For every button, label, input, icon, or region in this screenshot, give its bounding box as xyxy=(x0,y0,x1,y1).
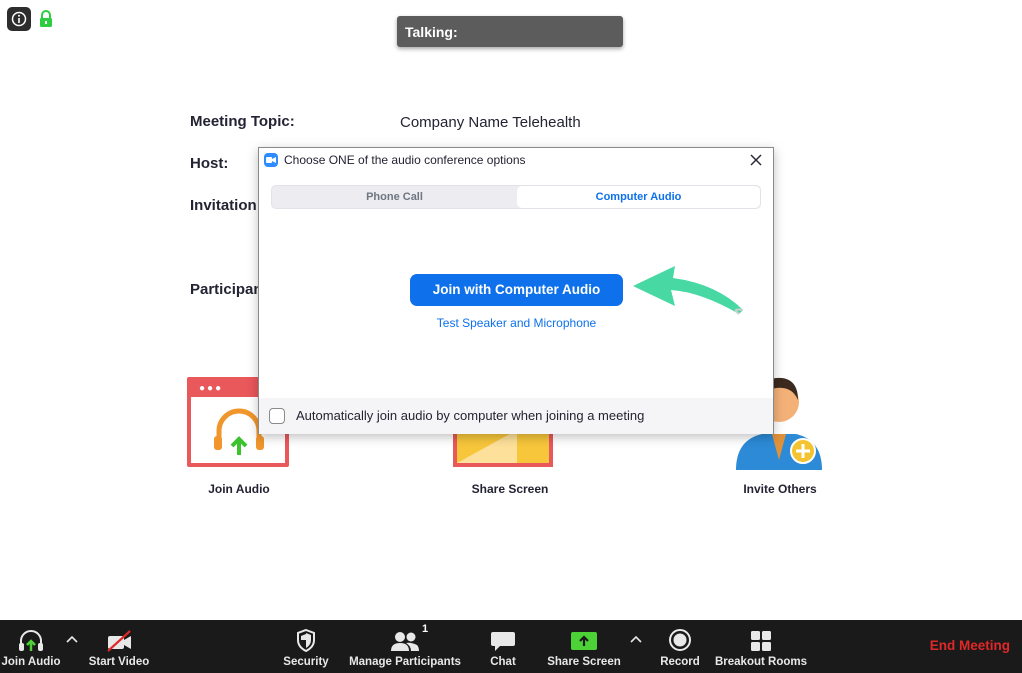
audio-tabs: Phone Call Computer Audio xyxy=(271,185,761,209)
pointer-arrow-icon xyxy=(633,266,744,315)
shield-icon xyxy=(297,628,315,652)
manage-participants-label: Manage Participants xyxy=(349,656,461,668)
auto-join-label: Automatically join audio by computer whe… xyxy=(296,408,645,423)
chat-icon xyxy=(491,632,515,651)
share-screen-button[interactable]: Share Screen xyxy=(546,620,622,673)
test-speaker-microphone-link[interactable]: Test Speaker and Microphone xyxy=(410,316,623,330)
join-audio-button[interactable]: Join Audio xyxy=(0,620,62,673)
meeting-topic-label: Meeting Topic: xyxy=(190,113,295,130)
start-video-button[interactable]: Start Video xyxy=(86,620,152,673)
zoom-app-icon xyxy=(264,153,278,167)
record-button[interactable]: Record xyxy=(656,620,704,673)
headphones-icon xyxy=(19,630,43,651)
record-icon xyxy=(669,629,691,651)
join-audio-label: Join Audio xyxy=(1,656,61,668)
meeting-toolbar: Join Audio Start Video Security Manage P… xyxy=(0,620,1022,673)
record-label: Record xyxy=(660,656,700,668)
host-label: Host: xyxy=(190,155,229,172)
share-options-caret-icon[interactable] xyxy=(629,632,643,646)
auto-join-checkbox[interactable] xyxy=(269,408,285,424)
participant-count-badge: 1 xyxy=(422,623,429,635)
join-audio-caption: Join Audio xyxy=(208,482,270,496)
security-label: Security xyxy=(283,656,329,668)
dialog-title: Choose ONE of the audio conference optio… xyxy=(284,153,526,167)
talking-label: Talking: xyxy=(405,24,458,40)
share-screen-caption: Share Screen xyxy=(471,482,549,496)
participants-icon xyxy=(391,632,419,651)
chat-label: Chat xyxy=(490,656,516,668)
tab-phone-call[interactable]: Phone Call xyxy=(272,186,517,208)
audio-options-caret-icon[interactable] xyxy=(65,632,79,646)
tab-computer-audio[interactable]: Computer Audio xyxy=(517,186,760,208)
share-screen-icon xyxy=(571,632,597,650)
share-screen-label: Share Screen xyxy=(547,656,621,668)
meeting-info-icon[interactable] xyxy=(7,7,31,31)
security-button[interactable]: Security xyxy=(280,620,332,673)
start-video-label: Start Video xyxy=(88,656,150,668)
meeting-topic-value: Company Name Telehealth xyxy=(400,114,581,131)
join-with-computer-audio-button[interactable]: Join with Computer Audio xyxy=(410,274,623,306)
encryption-lock-icon[interactable] xyxy=(39,10,53,28)
dialog-footer: Automatically join audio by computer whe… xyxy=(259,398,773,434)
breakout-rooms-icon xyxy=(751,631,771,651)
chat-button[interactable]: Chat xyxy=(482,620,524,673)
participants-label: Participan xyxy=(190,281,263,298)
breakout-rooms-label: Breakout Rooms xyxy=(714,656,808,668)
invitation-label: Invitation xyxy=(190,197,257,214)
video-off-icon xyxy=(107,630,131,652)
share-screen-tile[interactable] xyxy=(453,430,553,467)
breakout-rooms-button[interactable]: Breakout Rooms xyxy=(714,620,808,673)
close-icon[interactable] xyxy=(747,151,765,169)
audio-options-dialog: Choose ONE of the audio conference optio… xyxy=(258,147,774,434)
end-meeting-button[interactable]: End Meeting xyxy=(930,638,1010,653)
invite-others-caption: Invite Others xyxy=(743,482,817,496)
manage-participants-button[interactable]: Manage Participants xyxy=(349,620,461,673)
talking-indicator: Talking: xyxy=(397,16,623,47)
